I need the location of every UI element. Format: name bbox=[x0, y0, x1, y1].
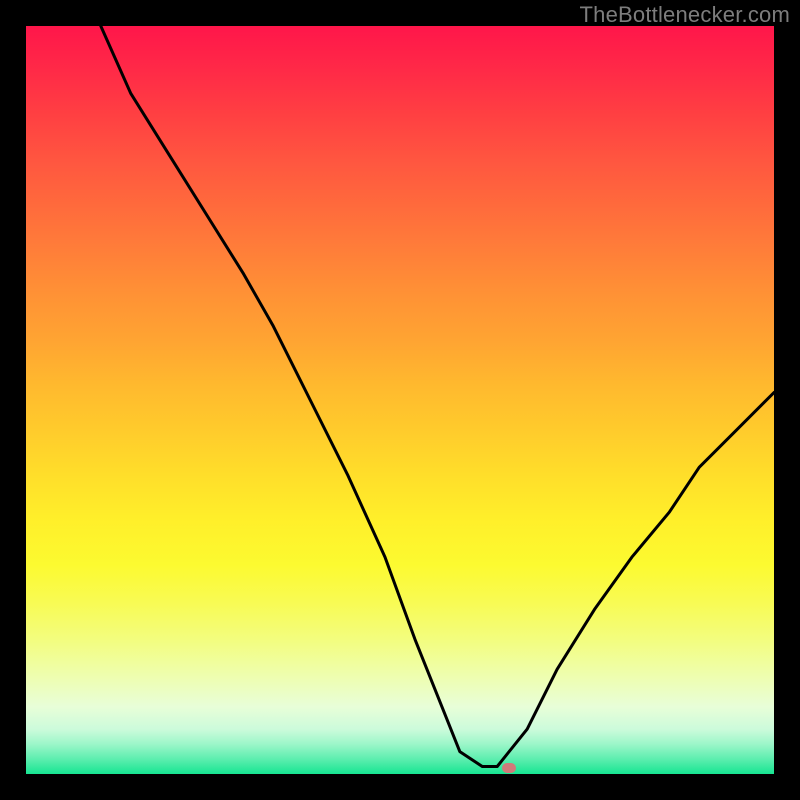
bottleneck-curve bbox=[26, 26, 774, 774]
plot-area bbox=[26, 26, 774, 774]
watermark-text: TheBottlenecker.com bbox=[580, 2, 790, 28]
optimal-point-marker bbox=[502, 763, 516, 773]
chart-frame: TheBottlenecker.com bbox=[0, 0, 800, 800]
